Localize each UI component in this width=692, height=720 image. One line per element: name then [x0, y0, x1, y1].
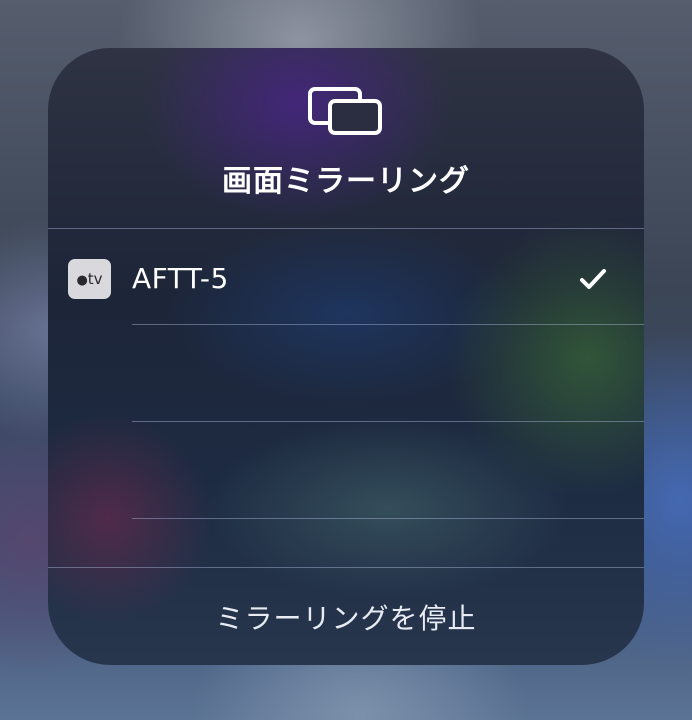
screen-mirroring-panel: 画面ミラーリング ●tv AFTT-5 ミラーリングを停止	[48, 48, 644, 665]
panel-title: 画面ミラーリング	[222, 164, 470, 199]
empty-device-slot	[48, 325, 644, 421]
device-row-aftt-5[interactable]: ●tv AFTT-5	[48, 229, 644, 324]
empty-device-slot	[48, 422, 644, 518]
panel-header: 画面ミラーリング	[48, 48, 644, 229]
checkmark-icon	[580, 269, 606, 289]
stop-mirroring-button[interactable]: ミラーリングを停止	[48, 568, 644, 665]
apple-tv-icon-label: tv	[87, 270, 103, 288]
row-divider-3	[132, 518, 644, 519]
apple-tv-icon: ●tv	[68, 259, 111, 299]
screen-mirroring-icon	[308, 87, 382, 135]
device-name: AFTT-5	[132, 262, 229, 295]
apple-logo-icon: ●	[76, 273, 88, 288]
